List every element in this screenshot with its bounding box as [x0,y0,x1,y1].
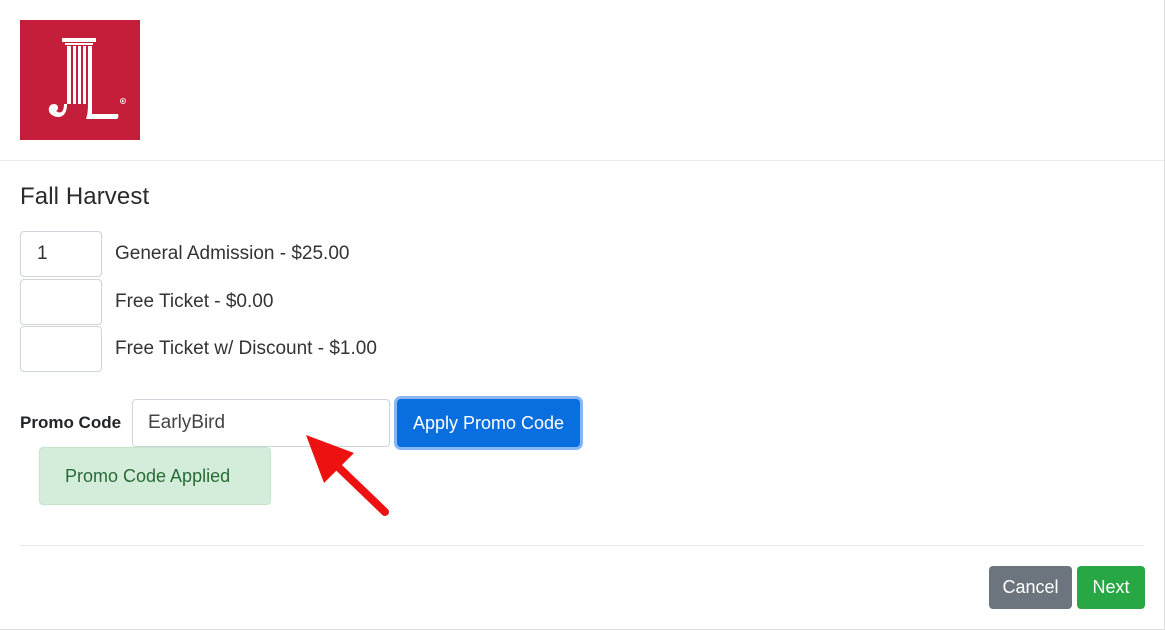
page-header [0,0,1164,161]
ticket-label: Free Ticket w/ Discount - $1.00 [115,338,377,359]
ticket-label: General Admission - $25.00 [115,243,350,264]
apply-promo-code-button[interactable]: Apply Promo Code [397,399,580,447]
promo-code-label: Promo Code [20,413,122,432]
quantity-input-general-admission[interactable] [20,231,102,277]
quantity-input-free-ticket-discount[interactable] [20,326,102,372]
red-arrow-annotation-icon [300,425,400,525]
ticket-row-general-admission: General Admission - $25.00 [20,231,620,277]
ticket-row-free-ticket-discount: Free Ticket w/ Discount - $1.00 [20,326,620,372]
junior-league-logo [20,20,140,140]
registration-page: Fall Harvest General Admission - $25.00 … [0,0,1165,630]
ticket-row-free-ticket: Free Ticket - $0.00 [20,279,620,325]
promo-applied-alert: Promo Code Applied [39,447,271,505]
ticket-label: Free Ticket - $0.00 [115,291,274,312]
next-button[interactable]: Next [1077,566,1145,609]
footer-divider [20,545,1144,546]
event-title: Fall Harvest [20,183,150,210]
quantity-input-free-ticket[interactable] [20,279,102,325]
cancel-button[interactable]: Cancel [989,566,1072,609]
